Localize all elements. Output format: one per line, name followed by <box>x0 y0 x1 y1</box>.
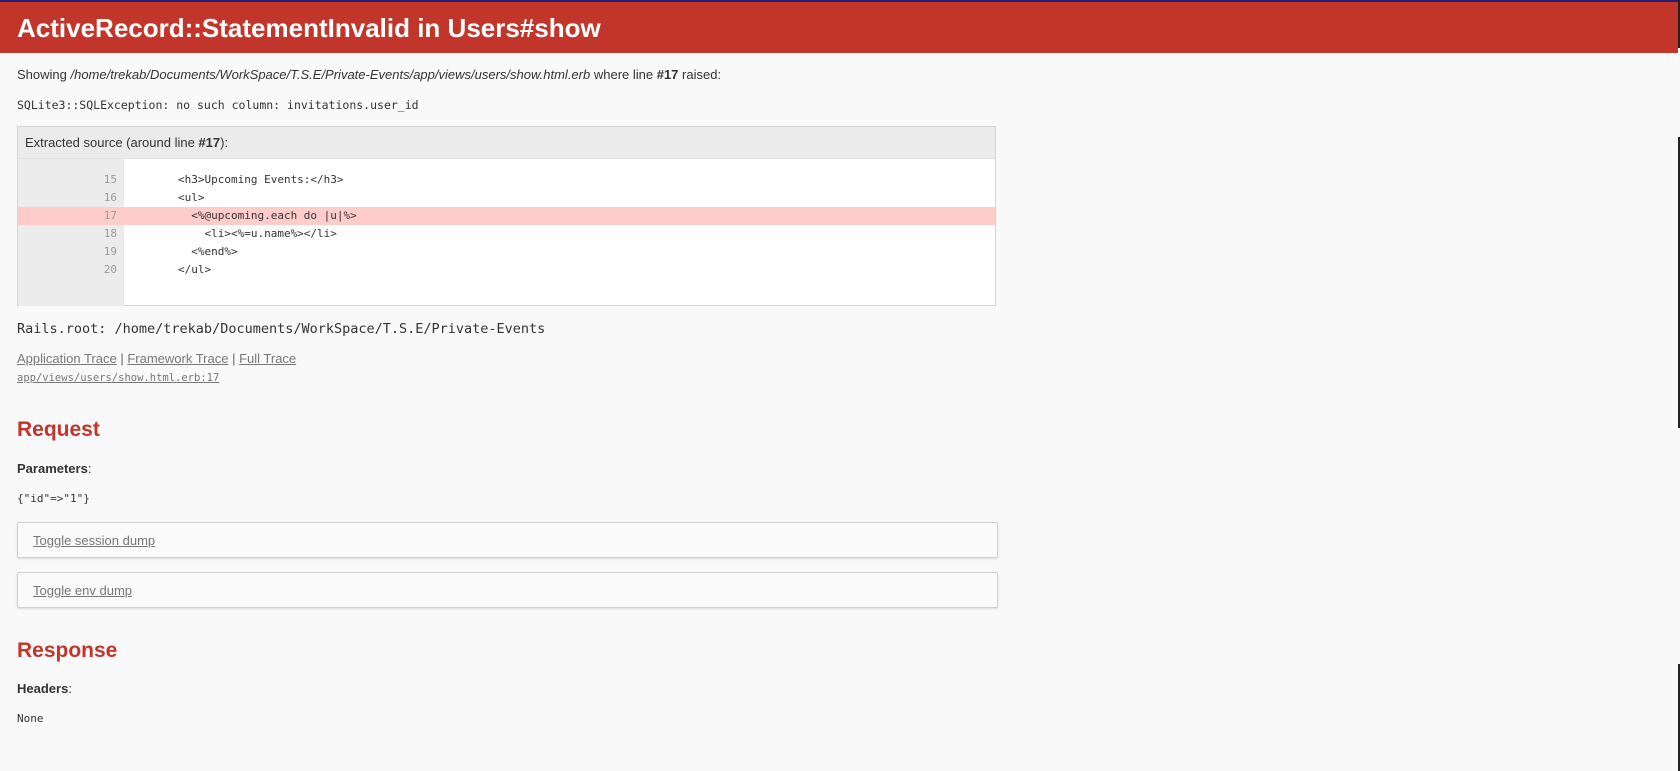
env-dump-box: Toggle env dump <box>17 572 998 608</box>
line-number: 15 <box>103 173 117 186</box>
code-text: <h3>Upcoming Events:</h3> <box>125 173 344 186</box>
source-code-body: 15 <h3>Upcoming Events:</h3> 16 <ul> 17 <%… <box>18 159 995 306</box>
trace-links: Application Trace | Framework Trace | Fu… <box>17 351 297 366</box>
source-line: 19 <%end%> <box>18 243 995 261</box>
code-text: <li><%=u.name%></li> <box>125 227 337 240</box>
source-line: 18 <li><%=u.name%></li> <box>18 225 995 243</box>
source-line: 20 </ul> <box>18 261 995 279</box>
source-line: 15 <h3>Upcoming Events:</h3> <box>18 171 995 189</box>
headers-label: Headers: <box>17 681 72 696</box>
extracted-source-panel: Extracted source (around line #17): 15 <… <box>17 126 996 306</box>
line-number: 16 <box>103 191 117 204</box>
code-text: </ul> <box>125 263 212 276</box>
framework-trace-link[interactable]: Framework Trace <box>127 351 228 366</box>
code-text: <%end%> <box>125 245 238 258</box>
extracted-source-heading: Extracted source (around line #17): <box>18 127 995 159</box>
full-trace-link[interactable]: Full Trace <box>239 351 296 366</box>
trace-frame-link[interactable]: app/views/users/show.html.erb:17 <box>17 371 219 385</box>
headers-value: None <box>17 712 44 725</box>
line-number: 20 <box>103 263 117 276</box>
line-number: 17 <box>103 209 117 222</box>
session-dump-box: Toggle session dump <box>17 522 998 558</box>
toggle-env-dump-link[interactable]: Toggle env dump <box>33 582 132 600</box>
code-text: <%@upcoming.each do |u|%> <box>125 209 357 222</box>
source-line-highlighted: 17 <%@upcoming.each do |u|%> <box>18 207 995 225</box>
parameters-value: {"id"=>"1"} <box>17 492 90 505</box>
line-number: 19 <box>103 245 117 258</box>
template-path: /home/trekab/Documents/WorkSpace/T.S.E/P… <box>70 67 591 82</box>
response-heading: Response <box>17 639 118 662</box>
application-trace-link[interactable]: Application Trace <box>17 351 117 366</box>
error-line-number: #17 <box>656 67 679 82</box>
code-text: <ul> <box>125 191 205 204</box>
showing-template-line: Showing /home/trekab/Documents/WorkSpace… <box>17 67 722 82</box>
error-header: ActiveRecord::StatementInvalid in Users#… <box>0 2 1678 53</box>
rails-root: Rails.root: /home/trekab/Documents/WorkS… <box>17 321 546 337</box>
toggle-session-dump-link[interactable]: Toggle session dump <box>33 532 155 550</box>
line-number: 18 <box>103 227 117 240</box>
request-heading: Request <box>17 418 100 441</box>
exception-message: SQLite3::SQLException: no such column: i… <box>17 98 419 112</box>
source-line: 16 <ul> <box>18 189 995 207</box>
page-title: ActiveRecord::StatementInvalid in Users#… <box>17 13 601 43</box>
parameters-label: Parameters: <box>17 461 92 476</box>
